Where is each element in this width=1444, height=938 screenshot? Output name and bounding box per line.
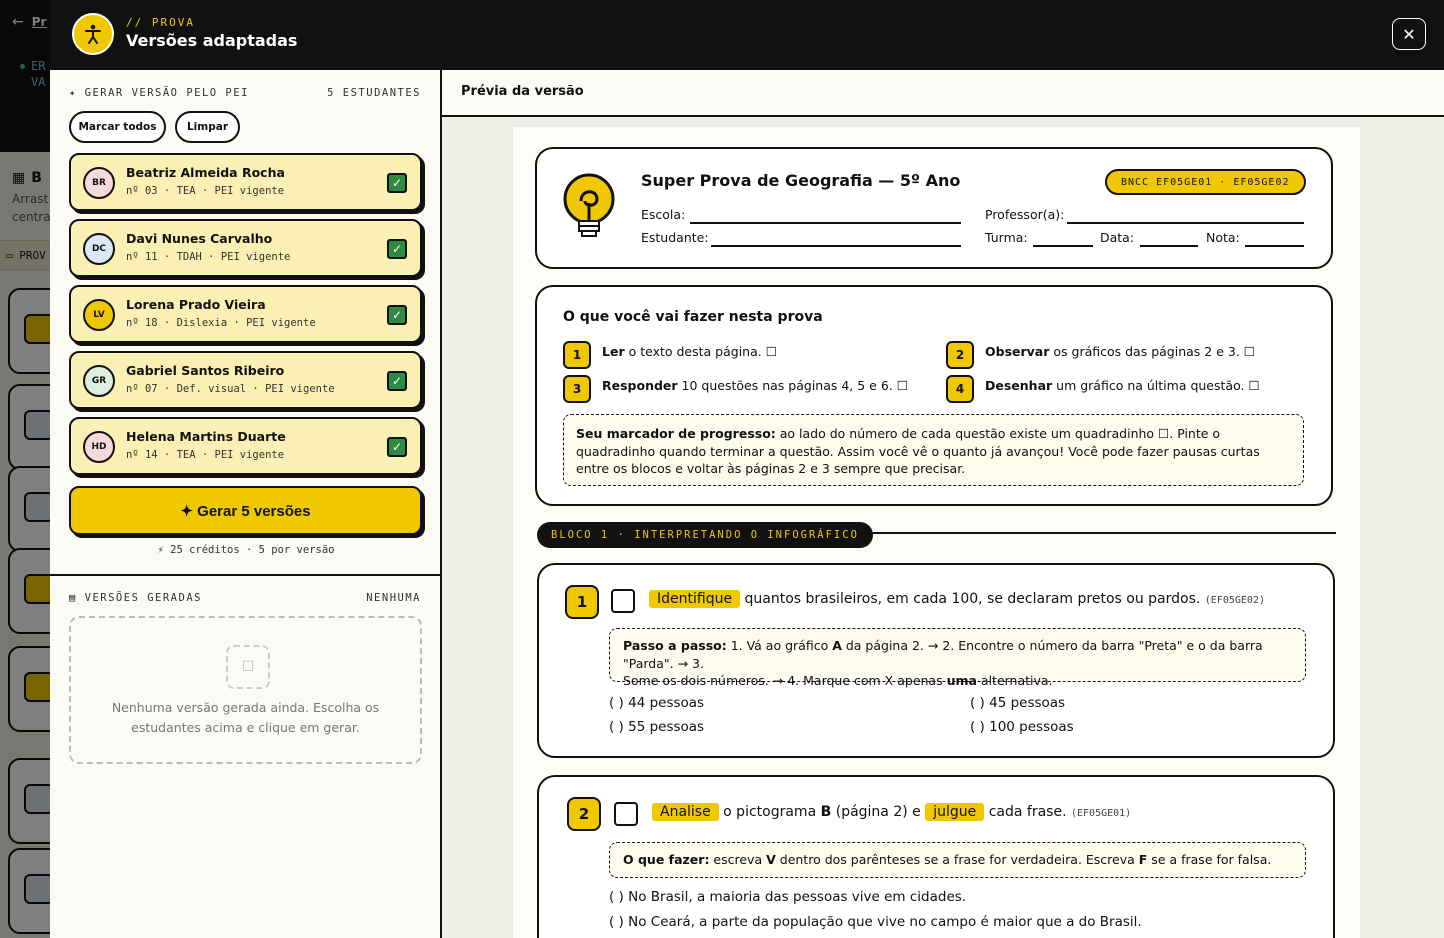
question-card: 2 Analise o pictograma B (página 2) e ju…: [537, 775, 1335, 938]
student-meta: nº 03 · TEA · PEI vigente: [126, 185, 285, 197]
avatar: BR: [83, 167, 115, 199]
date-label: Data:: [1100, 230, 1135, 245]
adapted-versions-modal: // PROVA Versões adaptadas ✕ ✦ GERAR VER…: [50, 0, 1444, 938]
student-label: Estudante:: [641, 230, 709, 245]
avatar: DC: [83, 233, 115, 265]
teacher-label: Professor(a):: [985, 207, 1065, 222]
step-text: Responder 10 questões nas páginas 4, 5 e…: [602, 378, 908, 393]
student-meta: nº 07 · Def. visual · PEI vigente: [126, 383, 335, 395]
pei-panel: ✦ GERAR VERSÃO PELO PEI 5 ESTUDANTES Mar…: [50, 70, 442, 938]
student-name: Gabriel Santos Ribeiro: [126, 363, 285, 378]
exam-title: Super Prova de Geografia — 5º Ano: [641, 171, 961, 190]
instructions-title: O que você vai fazer nesta prova: [563, 309, 823, 325]
student-count: 5 ESTUDANTES: [327, 87, 421, 99]
step-by-step-hint: Passo a passo: 1. Vá ao gráfico A da pág…: [609, 628, 1306, 688]
versions-count: NENHUMA: [366, 592, 421, 604]
student-field[interactable]: [711, 245, 961, 247]
student-name: Davi Nunes Carvalho: [126, 231, 273, 246]
preview-header: Prévia da versão: [442, 70, 1444, 117]
credits-info: ⚡ 25 créditos · 5 por versão: [157, 544, 335, 556]
checkbox-checked[interactable]: ✓: [387, 437, 407, 457]
class-label: Turma:: [985, 230, 1028, 245]
student-card[interactable]: HD Helena Martins Duarte nº 14 · TEA · P…: [69, 417, 422, 475]
check-icon: ✓: [391, 242, 403, 256]
class-field[interactable]: [1033, 245, 1093, 247]
student-name: Helena Martins Duarte: [126, 429, 286, 444]
lightbulb-logo-icon: [561, 171, 617, 245]
answer-option[interactable]: ( ) 55 pessoas: [609, 719, 704, 735]
school-label: Escola:: [641, 207, 686, 222]
student-name: Lorena Prado Vieira: [126, 297, 266, 312]
student-meta: nº 14 · TEA · PEI vigente: [126, 449, 285, 461]
modal-kicker: // PROVA: [126, 16, 195, 29]
accessibility-icon: [72, 13, 114, 55]
version-preview: Prévia da versão Super Prova de Geografi…: [442, 70, 1444, 938]
empty-document-icon: ☐: [226, 645, 270, 689]
answer-option[interactable]: ( ) 44 pessoas: [609, 695, 704, 711]
step-number: 2: [946, 341, 974, 369]
student-meta: nº 18 · Dislexia · PEI vigente: [126, 317, 316, 329]
modal-header: // PROVA Versões adaptadas ✕: [50, 0, 1444, 70]
student-card[interactable]: GR Gabriel Santos Ribeiro nº 07 · Def. v…: [69, 351, 422, 409]
clear-button[interactable]: Limpar: [175, 111, 240, 143]
question-number: 2: [567, 797, 601, 831]
check-icon: ✓: [391, 176, 403, 190]
exam-header-box: Super Prova de Geografia — 5º Ano BNCC E…: [535, 147, 1333, 269]
generate-versions-button[interactable]: ✦ Gerar 5 versões: [69, 486, 422, 535]
question-card: 1 Identifique quantos brasileiros, em ca…: [537, 563, 1335, 758]
checkbox-checked[interactable]: ✓: [387, 239, 407, 259]
versions-section-label: ▤ VERSÕES GERADAS: [69, 592, 202, 604]
avatar: GR: [83, 365, 115, 397]
progress-marker-note: Seu marcador de progresso: ao lado do nú…: [563, 414, 1304, 486]
check-icon: ✓: [391, 308, 403, 322]
true-false-item[interactable]: ( ) No Ceará, a parte da população que v…: [609, 914, 1142, 930]
checkbox-checked[interactable]: ✓: [387, 173, 407, 193]
school-field[interactable]: [690, 222, 961, 224]
instructions-box: O que você vai fazer nesta prova 1 Ler o…: [535, 285, 1333, 506]
what-to-do-hint: O que fazer: escreva V dentro dos parênt…: [609, 842, 1306, 878]
question-number: 1: [565, 585, 599, 619]
step-number: 1: [563, 341, 591, 369]
checkbox-checked[interactable]: ✓: [387, 305, 407, 325]
step-number: 4: [946, 375, 974, 403]
mark-all-button[interactable]: Marcar todos: [69, 111, 166, 143]
progress-checkbox[interactable]: [614, 802, 638, 826]
pei-section-label: ✦ GERAR VERSÃO PELO PEI: [69, 87, 249, 99]
date-field[interactable]: [1140, 245, 1198, 247]
modal-title: Versões adaptadas: [126, 31, 298, 50]
question-text: Identifique quantos brasileiros, em cada…: [649, 590, 1265, 608]
student-meta: nº 11 · TDAH · PEI vigente: [126, 251, 291, 263]
bncc-badge: BNCC EF05GE01 · EF05GE02: [1105, 169, 1306, 195]
question-text: Analise o pictograma B (página 2) e julg…: [652, 803, 1131, 821]
student-card[interactable]: BR Beatriz Almeida Rocha nº 03 · TEA · P…: [69, 153, 422, 211]
grade-field[interactable]: [1245, 245, 1304, 247]
step-text: Ler o texto desta página. ☐: [602, 344, 777, 359]
grade-label: Nota:: [1206, 230, 1240, 245]
student-card[interactable]: LV Lorena Prado Vieira nº 18 · Dislexia …: [69, 285, 422, 343]
checkbox-checked[interactable]: ✓: [387, 371, 407, 391]
teacher-field[interactable]: [1067, 222, 1304, 224]
close-icon: ✕: [1402, 24, 1416, 44]
versions-empty-state: ☐ Nenhuma versão gerada ainda. Escolha o…: [69, 616, 422, 764]
close-button[interactable]: ✕: [1392, 18, 1426, 50]
exam-paper[interactable]: Super Prova de Geografia — 5º Ano BNCC E…: [513, 127, 1360, 938]
avatar: LV: [83, 299, 115, 331]
step-number: 3: [563, 375, 591, 403]
block-label: BLOCO 1 · INTERPRETANDO O INFOGRÁFICO: [537, 522, 873, 548]
check-icon: ✓: [391, 374, 403, 388]
student-card[interactable]: DC Davi Nunes Carvalho nº 11 · TDAH · PE…: [69, 219, 422, 277]
empty-message: Nenhuma versão gerada ainda. Escolha os …: [111, 700, 380, 735]
answer-option[interactable]: ( ) 100 pessoas: [970, 719, 1074, 735]
step-text: Desenhar um gráfico na última questão. ☐: [985, 378, 1260, 393]
true-false-item[interactable]: ( ) No Brasil, a maioria das pessoas viv…: [609, 889, 966, 905]
step-text: Observar os gráficos das páginas 2 e 3. …: [985, 344, 1255, 359]
student-name: Beatriz Almeida Rocha: [126, 165, 285, 180]
avatar: HD: [83, 431, 115, 463]
check-icon: ✓: [391, 440, 403, 454]
panel-divider: [50, 574, 442, 576]
block-divider: [862, 532, 1336, 534]
progress-checkbox[interactable]: [611, 589, 635, 613]
answer-option[interactable]: ( ) 45 pessoas: [970, 695, 1065, 711]
